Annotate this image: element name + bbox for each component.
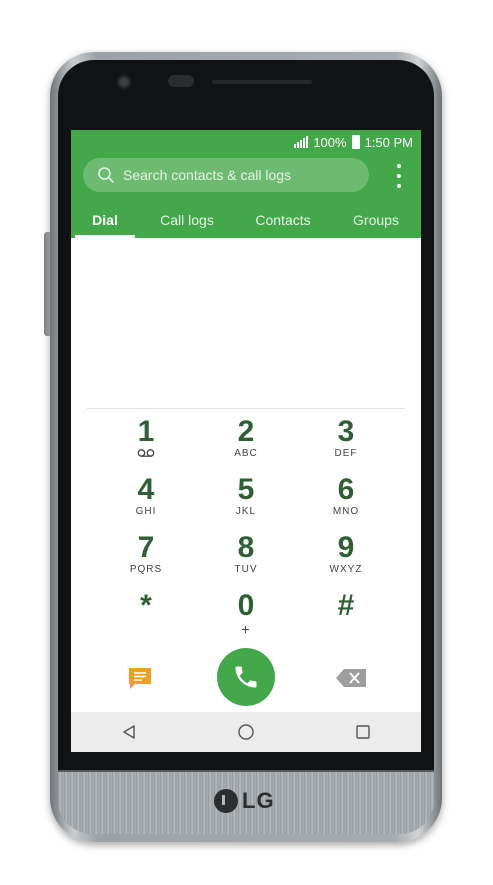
key-4[interactable]: 4 GHI <box>96 472 196 530</box>
app-bar: Search contacts & call logs Dial Call lo… <box>71 154 421 238</box>
dialpad: 1 2 ABC 3 DEF 4 GHI 5 JKL 6 MNO 7 PQRS 8… <box>96 414 396 646</box>
home-button[interactable] <box>226 717 266 747</box>
key-letters: PQRS <box>129 564 163 575</box>
lg-logo: LG <box>214 788 275 814</box>
tab-call-logs[interactable]: Call logs <box>139 206 235 238</box>
key-letters: + <box>241 621 251 637</box>
key-digit: 7 <box>137 531 155 564</box>
status-bar: 100% 1:50 PM <box>71 130 421 154</box>
proximity-sensor <box>168 75 194 87</box>
lg-logo-text: LG <box>242 788 275 813</box>
key-letters: DEF <box>334 448 358 459</box>
more-vert-icon[interactable] <box>389 164 409 188</box>
clock: 1:50 PM <box>364 134 413 150</box>
tab-bar: Dial Call logs Contacts Groups <box>71 206 421 238</box>
message-icon[interactable] <box>127 666 153 690</box>
key-star[interactable]: * <box>96 588 196 646</box>
key-5[interactable]: 5 JKL <box>196 472 296 530</box>
key-7[interactable]: 7 PQRS <box>96 530 196 588</box>
tab-groups[interactable]: Groups <box>331 206 421 238</box>
key-9[interactable]: 9 WXYZ <box>296 530 396 588</box>
search-bar[interactable]: Search contacts & call logs <box>83 158 369 192</box>
signal-icon <box>294 136 309 148</box>
system-nav-bar <box>71 712 421 752</box>
key-letters: ABC <box>234 448 258 459</box>
back-button[interactable] <box>109 717 149 747</box>
key-letters: JKL <box>235 506 257 517</box>
search-icon <box>98 167 114 183</box>
key-digit: 0 <box>237 589 255 622</box>
key-digit: 5 <box>237 473 255 506</box>
key-digit: 3 <box>337 415 355 448</box>
key-digit: 1 <box>137 415 155 448</box>
tab-contacts[interactable]: Contacts <box>235 206 331 238</box>
back-icon <box>123 725 136 739</box>
front-camera <box>116 74 132 90</box>
dialpad-divider <box>87 408 405 409</box>
key-digit: 6 <box>337 473 355 506</box>
key-digit: * <box>140 589 152 622</box>
lg-logo-mark <box>214 789 238 813</box>
key-letters: TUV <box>234 564 258 575</box>
key-1[interactable]: 1 <box>96 414 196 472</box>
key-digit: 9 <box>337 531 355 564</box>
home-icon <box>238 724 254 740</box>
dial-actions <box>71 648 421 708</box>
key-letters: MNO <box>332 506 360 517</box>
search-placeholder: Search contacts & call logs <box>123 167 292 183</box>
phone-icon <box>235 666 257 688</box>
key-0[interactable]: 0 + <box>196 588 296 646</box>
key-8[interactable]: 8 TUV <box>196 530 296 588</box>
recents-button[interactable] <box>343 717 383 747</box>
key-digit: 2 <box>237 415 255 448</box>
voicemail-icon <box>137 449 155 457</box>
battery-percent: 100% <box>313 134 347 150</box>
recents-icon <box>355 725 370 739</box>
tab-dial[interactable]: Dial <box>71 206 139 238</box>
backspace-icon[interactable] <box>335 668 367 688</box>
key-6[interactable]: 6 MNO <box>296 472 396 530</box>
key-digit: 8 <box>237 531 255 564</box>
key-hash[interactable]: # <box>296 588 396 646</box>
key-letters: WXYZ <box>329 564 363 575</box>
key-digit: # <box>337 589 355 622</box>
key-2[interactable]: 2 ABC <box>196 414 296 472</box>
key-digit: 4 <box>137 473 155 506</box>
call-button[interactable] <box>217 648 275 706</box>
key-3[interactable]: 3 DEF <box>296 414 396 472</box>
key-letters: GHI <box>135 506 157 517</box>
battery-icon <box>351 135 360 149</box>
earpiece-speaker <box>212 80 312 84</box>
phone-screen: 100% 1:50 PM Search contacts & call logs… <box>71 130 421 752</box>
